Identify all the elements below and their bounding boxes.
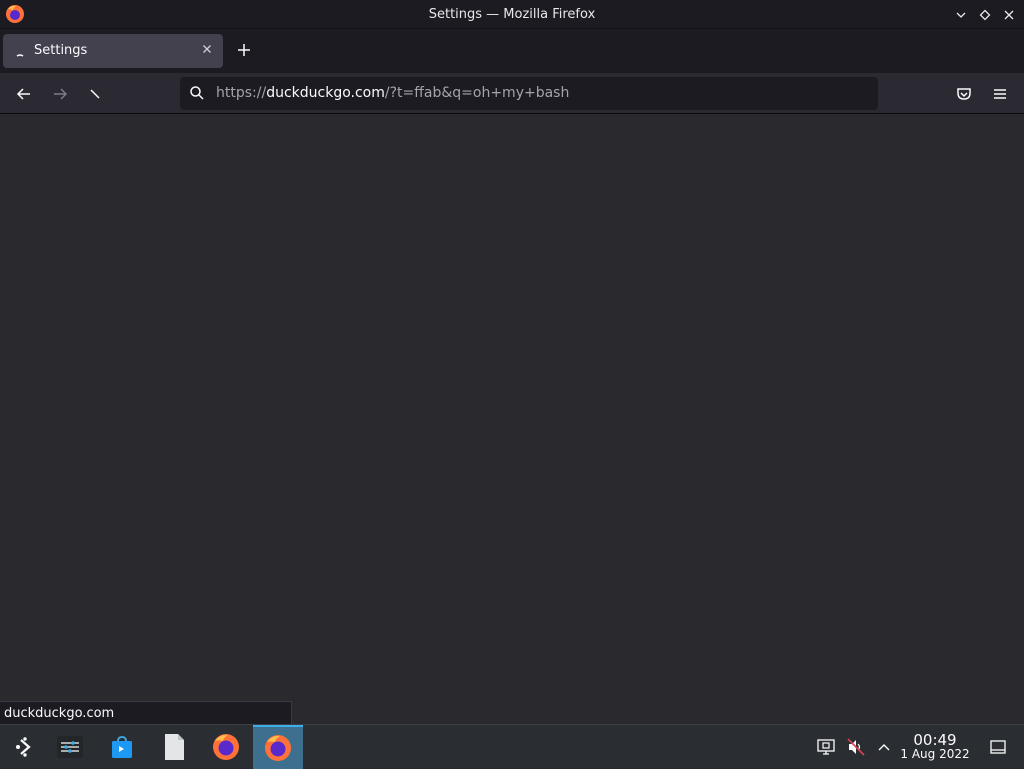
screen-icon[interactable] <box>816 737 836 757</box>
url-text[interactable]: https://duckduckgo.com/?t=ffab&q=oh+my+b… <box>216 85 569 101</box>
hamburger-menu-icon[interactable] <box>989 83 1011 105</box>
taskbar <box>0 724 1024 769</box>
navigation-toolbar: https://duckduckgo.com/?t=ffab&q=oh+my+b… <box>0 73 1024 114</box>
volume-muted-icon[interactable] <box>846 737 866 757</box>
show-desktop-icon[interactable] <box>988 737 1008 757</box>
link-status-bar: duckduckgo.com <box>0 701 292 724</box>
window-titlebar: Settings — Mozilla Firefox <box>0 0 1024 29</box>
diamond-icon[interactable] <box>976 6 994 24</box>
stop-icon[interactable] <box>84 83 106 105</box>
close-icon[interactable] <box>1000 6 1018 24</box>
url-query: /?t=ffab&q=oh+my+bash <box>384 85 570 101</box>
url-scheme: https:// <box>216 85 267 101</box>
search-icon <box>189 85 205 101</box>
app-launcher-icon[interactable] <box>0 725 50 769</box>
pocket-icon[interactable] <box>953 83 975 105</box>
firefox-icon <box>4 3 26 25</box>
window-title: Settings — Mozilla Firefox <box>428 6 596 22</box>
firefox-icon[interactable] <box>201 725 251 769</box>
new-tab-button[interactable] <box>234 41 254 61</box>
system-settings-icon[interactable] <box>45 725 95 769</box>
page-content[interactable] <box>0 114 1024 724</box>
tab-strip: Settings <box>0 29 1024 73</box>
chevron-down-icon[interactable] <box>952 6 970 24</box>
url-bar[interactable]: https://duckduckgo.com/?t=ffab&q=oh+my+b… <box>180 77 878 110</box>
window-controls <box>952 0 1018 29</box>
discover-store-icon[interactable] <box>97 725 147 769</box>
loading-icon <box>15 46 25 57</box>
url-domain: duckduckgo.com <box>266 85 385 101</box>
clock-date[interactable]: 1 Aug 2022 <box>900 747 970 761</box>
tab-settings[interactable]: Settings <box>3 34 223 68</box>
back-arrow-icon[interactable] <box>13 83 35 105</box>
forward-arrow-icon[interactable] <box>49 83 71 105</box>
file-icon[interactable] <box>149 725 199 769</box>
tab-close-icon[interactable] <box>199 43 215 59</box>
firefox-icon[interactable] <box>253 725 303 769</box>
tab-label: Settings <box>34 43 88 58</box>
chevron-up-icon[interactable] <box>874 737 894 757</box>
